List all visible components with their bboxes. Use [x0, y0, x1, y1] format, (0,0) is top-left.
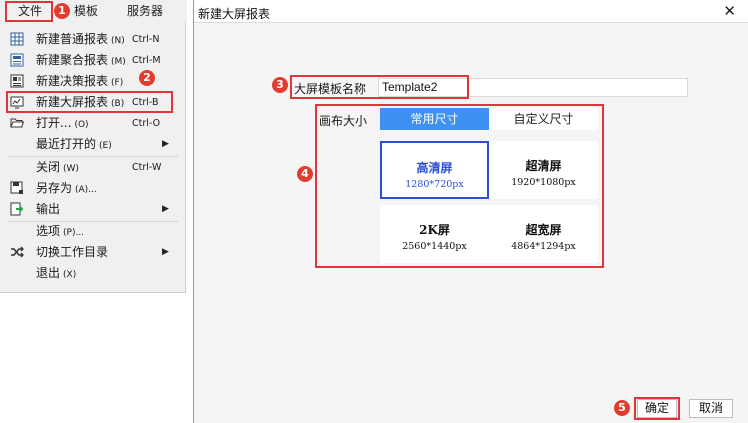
- step-badge-5: 5: [614, 400, 630, 416]
- menu-label: 选项: [36, 224, 61, 238]
- file-menu-dropdown: 新建普通报表 (N) Ctrl-N 新建聚合报表 (M) Ctrl-M 新建决策报表…: [0, 22, 186, 293]
- menu-label: 切换工作目录: [36, 245, 109, 259]
- highlight-box-canvas-size: [315, 104, 604, 268]
- menu-item-new-aggregate-report[interactable]: 新建聚合报表 (M) Ctrl-M: [0, 50, 186, 71]
- menu-shortcut: Ctrl-O: [132, 118, 161, 129]
- menu-item-exit[interactable]: 退出 (X): [0, 263, 186, 284]
- highlight-box-ok: [634, 397, 680, 420]
- menu-item-new-normal-report[interactable]: 新建普通报表 (N) Ctrl-N: [0, 29, 186, 50]
- menu-label: 退出: [36, 266, 61, 280]
- grid-report-icon: [10, 32, 24, 46]
- menu-label: 输出: [36, 202, 61, 216]
- menu-label: 最近打开的: [36, 137, 97, 151]
- menu-shortcut: Ctrl-M: [132, 55, 161, 66]
- menu-item-export[interactable]: 输出 ▶: [0, 199, 186, 220]
- menu-label: 关闭: [36, 160, 61, 174]
- export-icon: [10, 202, 24, 216]
- submenu-arrow-icon: ▶: [162, 204, 169, 214]
- close-icon[interactable]: ✕: [723, 2, 736, 20]
- menu-label: 新建聚合报表: [36, 53, 109, 67]
- switch-icon: [10, 245, 24, 259]
- menu-shortcut: Ctrl-W: [132, 162, 162, 173]
- step-badge-1: 1: [54, 3, 70, 19]
- step-badge-3: 3: [272, 77, 288, 93]
- submenu-arrow-icon: ▶: [162, 139, 169, 149]
- menu-label: 新建普通报表: [36, 32, 109, 46]
- menu-item-close[interactable]: 关闭 (W) Ctrl-W: [0, 157, 186, 178]
- menu-item-open[interactable]: 打开... (O) Ctrl-O: [0, 113, 186, 134]
- menu-label: 另存为: [36, 181, 73, 195]
- save-as-icon: [10, 181, 24, 195]
- menu-shortcut: Ctrl-N: [132, 34, 160, 45]
- submenu-arrow-icon: ▶: [162, 247, 169, 257]
- menu-template[interactable]: 模板: [74, 2, 98, 20]
- menu-item-new-decision-report[interactable]: 新建决策报表 (F): [0, 71, 186, 92]
- menu-label: 新建决策报表: [36, 74, 109, 88]
- menu-label: 打开...: [36, 116, 72, 130]
- menu-mnemonic: (M): [111, 57, 126, 67]
- menu-mnemonic: (N): [111, 36, 125, 46]
- menu-item-options[interactable]: 选项 (P)...: [0, 221, 186, 242]
- folder-open-icon: [10, 116, 25, 130]
- step-badge-2: 2: [139, 70, 155, 86]
- aggregate-report-icon: [10, 53, 24, 67]
- menu-mnemonic: (W): [63, 164, 79, 174]
- highlight-box-new-big-screen: [6, 91, 173, 113]
- menu-item-switch-workdir[interactable]: 切换工作目录 ▶: [0, 242, 186, 263]
- highlight-box-file: [5, 1, 53, 22]
- menu-mnemonic: (O): [74, 120, 89, 130]
- menu-item-save-as[interactable]: 另存为 (A)...: [0, 178, 186, 199]
- menu-mnemonic: (F): [111, 78, 124, 88]
- menu-mnemonic: (E): [99, 141, 112, 151]
- cancel-button[interactable]: 取消: [689, 399, 733, 418]
- decision-report-icon: [10, 74, 24, 88]
- menu-item-recent[interactable]: 最近打开的 (E) ▶: [0, 134, 186, 155]
- step-badge-4: 4: [297, 166, 313, 182]
- menu-mnemonic: (X): [63, 270, 77, 280]
- menu-mnemonic: (P)...: [63, 228, 85, 238]
- menu-server[interactable]: 服务器: [127, 2, 163, 20]
- highlight-box-name: [290, 75, 469, 99]
- dialog-title: 新建大屏报表: [198, 7, 271, 21]
- menu-mnemonic: (A)...: [75, 185, 97, 195]
